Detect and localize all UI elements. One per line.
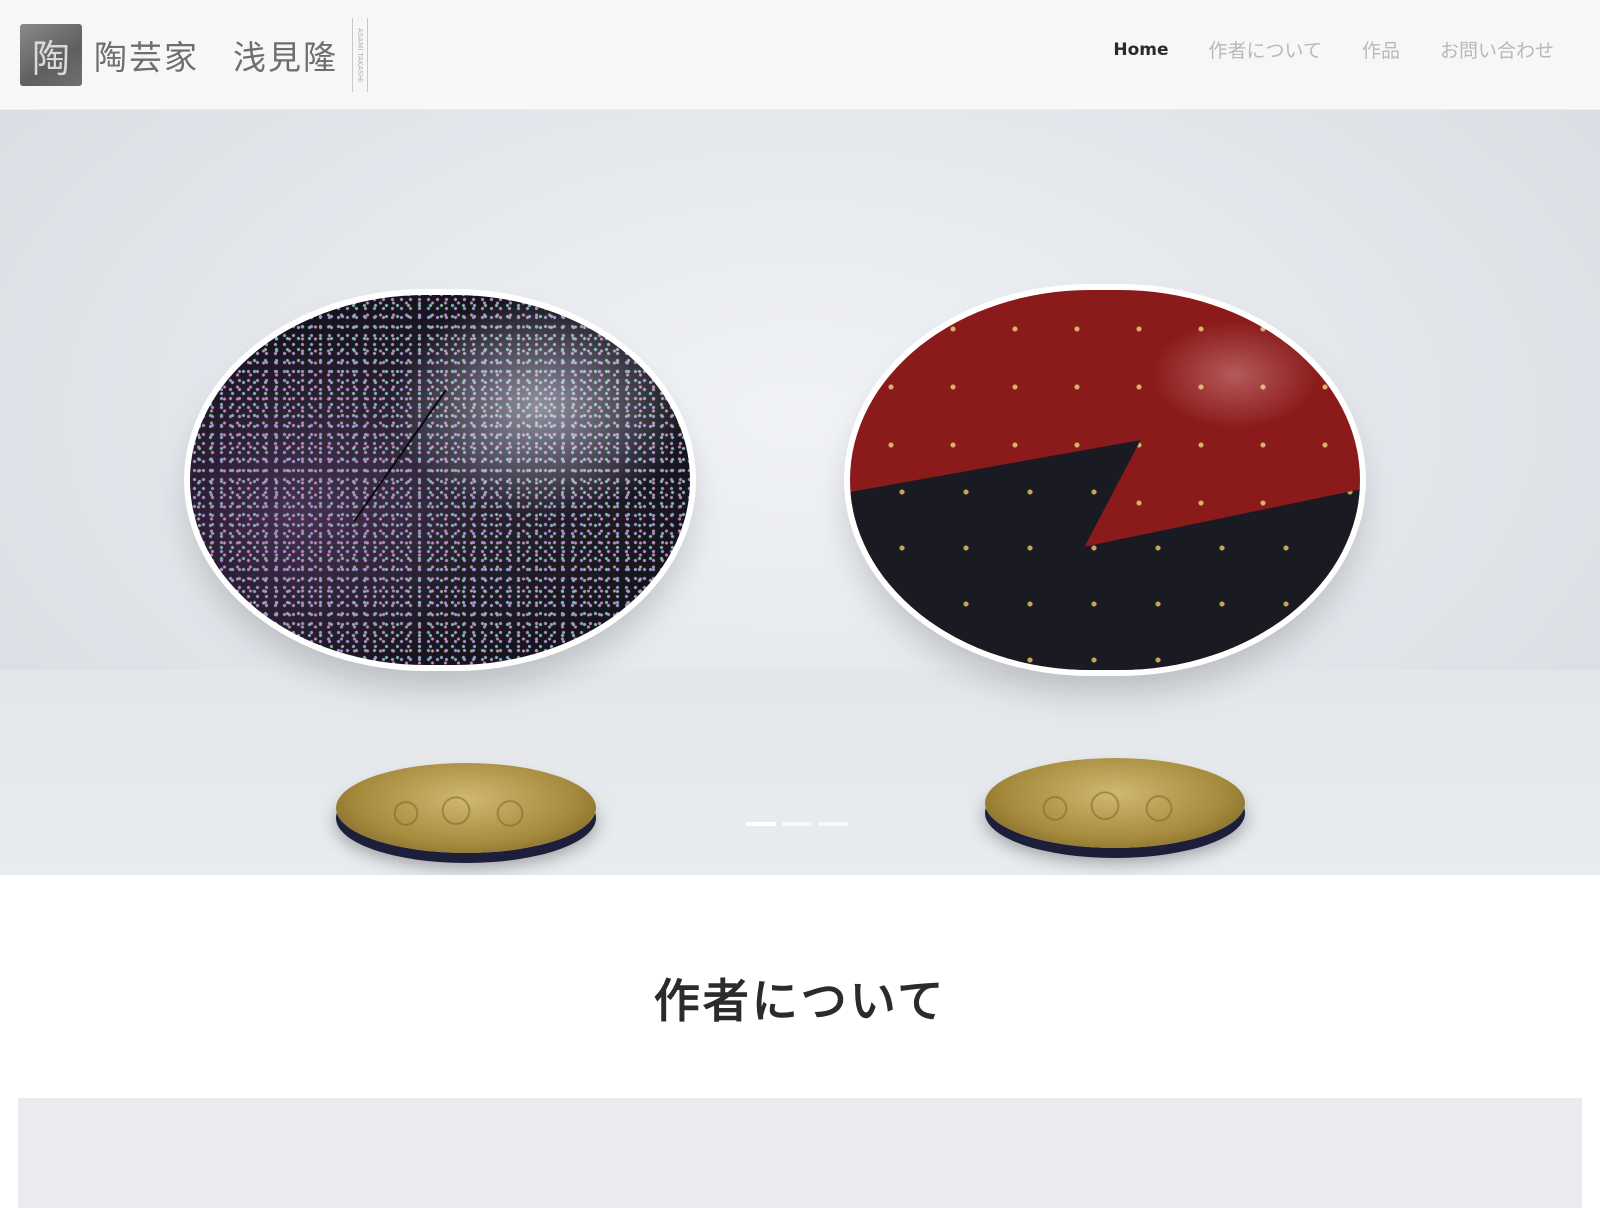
- main-nav: Home 作者について 作品 お問い合わせ: [1073, 36, 1554, 63]
- hero-slider[interactable]: [0, 110, 1600, 875]
- brand[interactable]: 陶 陶芸家 浅見隆 ASAMI TAKASHI: [20, 18, 368, 92]
- lacquer-egg-body-right: [850, 290, 1360, 670]
- site-header: 陶 陶芸家 浅見隆 ASAMI TAKASHI Home 作者について 作品 お…: [0, 0, 1600, 110]
- egg-highlight: [1150, 320, 1320, 430]
- about-heading: 作者について: [653, 974, 947, 1028]
- nav-item-contact[interactable]: お問い合わせ: [1440, 36, 1554, 63]
- lacquer-egg-right: [850, 290, 1370, 855]
- brand-vertical-text: ASAMI TAKASHI: [352, 18, 368, 92]
- slider-dot-3[interactable]: [818, 822, 848, 826]
- slider-indicators: [746, 822, 854, 826]
- slider-dot-2[interactable]: [782, 822, 812, 826]
- nav-item-about[interactable]: 作者について: [1209, 36, 1322, 63]
- slider-dot-1[interactable]: [746, 822, 776, 826]
- lacquer-egg-body-left: [190, 295, 690, 665]
- lacquer-egg-left: [190, 295, 695, 855]
- nav-item-home[interactable]: Home: [1113, 40, 1168, 60]
- about-panel: [18, 1098, 1582, 1208]
- brand-title: 陶芸家: [94, 38, 199, 77]
- gold-pedestal-left: [336, 763, 596, 853]
- egg-black-section: [850, 440, 1360, 670]
- logo-glyph: 陶: [31, 36, 70, 81]
- logo-mark[interactable]: 陶: [20, 24, 82, 86]
- brand-name: 浅見隆: [233, 38, 338, 77]
- gold-pedestal-right: [985, 758, 1245, 848]
- nav-item-works[interactable]: 作品: [1362, 36, 1400, 63]
